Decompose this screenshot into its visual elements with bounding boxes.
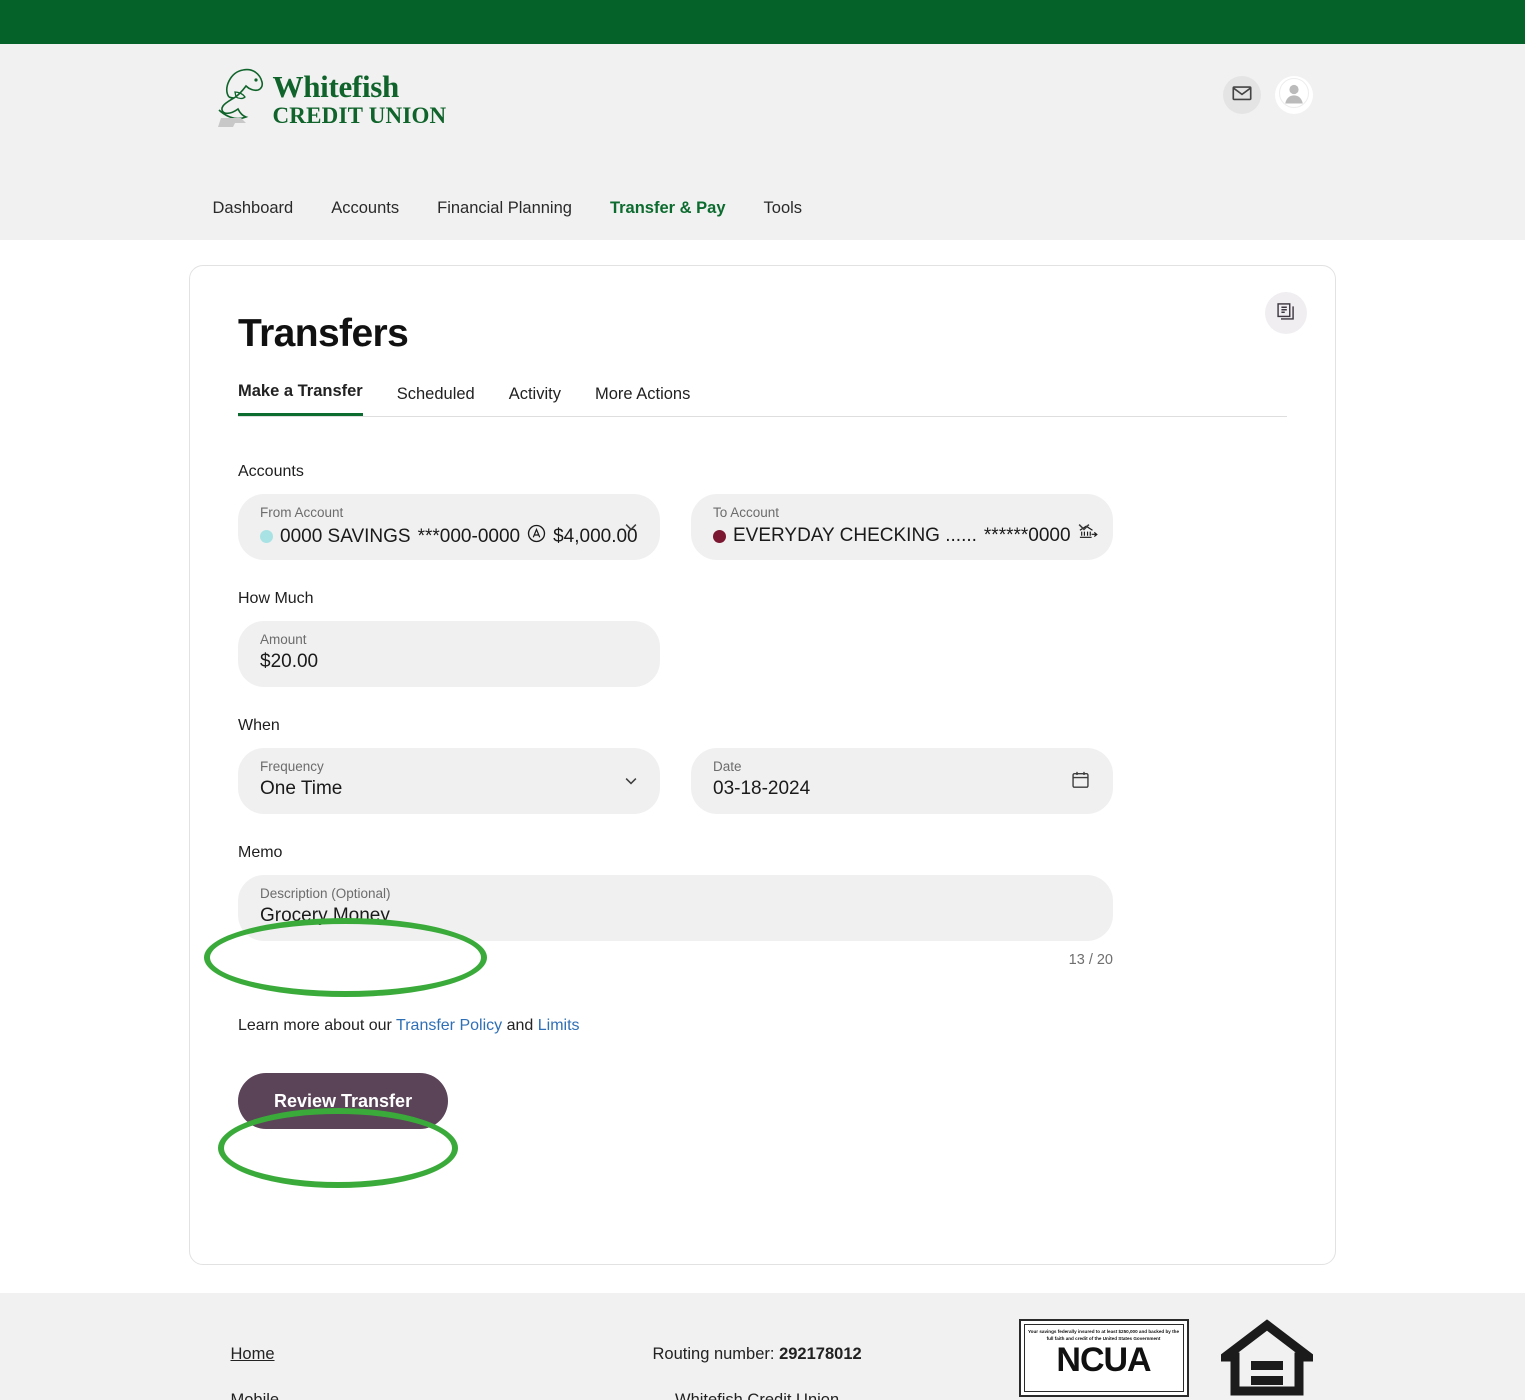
envelope-icon — [1231, 82, 1253, 109]
learn-more-text: Learn more about our Transfer Policy and… — [238, 1017, 1287, 1035]
frequency-label: Frequency — [260, 759, 324, 774]
site-footer: Home Mobile Routing number: 292178012 Wh… — [0, 1293, 1525, 1400]
footer-info: Routing number: 292178012 Whitefish Cred… — [653, 1345, 862, 1400]
to-account-label: To Account — [713, 505, 780, 520]
accounts-row: From Account 0000 SAVINGS ***000-0000 $4… — [238, 494, 1287, 560]
how-much-section-label: How Much — [238, 590, 314, 607]
ncua-insurance-text: Your savings federally insured to at lea… — [1027, 1329, 1180, 1341]
amount-row: Amount $20.00 — [238, 621, 1287, 687]
logo-name-line2: CREDIT UNION — [272, 103, 447, 128]
date-label: Date — [713, 759, 742, 774]
amount-input[interactable]: Amount $20.00 — [238, 621, 660, 687]
ncua-wordmark: NCUA — [1056, 1341, 1151, 1380]
footer-link-home[interactable]: Home — [231, 1345, 280, 1364]
circle-a-icon — [527, 524, 546, 549]
main-navigation: Dashboard Accounts Financial Planning Tr… — [213, 199, 803, 218]
document-stack-icon — [1276, 301, 1296, 326]
limits-link[interactable]: Limits — [538, 1017, 580, 1034]
memo-value: Grocery Money — [260, 905, 390, 927]
equal-housing-lender-icon — [1211, 1319, 1322, 1397]
from-account-name: 0000 SAVINGS — [280, 525, 411, 547]
nav-item-transfer-and-pay[interactable]: Transfer & Pay — [610, 199, 726, 218]
date-input[interactable]: Date 03-18-2024 — [691, 748, 1113, 814]
nav-item-financial-planning[interactable]: Financial Planning — [437, 199, 572, 218]
amount-value: $20.00 — [260, 651, 319, 673]
transfers-tablist: Make a Transfer Scheduled Activity More … — [238, 382, 1287, 417]
tab-scheduled[interactable]: Scheduled — [397, 385, 475, 416]
user-profile-button[interactable] — [1274, 76, 1313, 114]
nav-item-accounts[interactable]: Accounts — [331, 199, 399, 218]
accounts-section-label: Accounts — [238, 463, 304, 480]
memo-section-label: Memo — [238, 844, 283, 861]
from-account-label: From Account — [260, 505, 344, 520]
memo-character-counter: 13 / 20 — [1068, 952, 1113, 968]
header-actions — [1222, 76, 1313, 114]
frequency-select[interactable]: Frequency One Time — [238, 748, 660, 814]
from-account-color-dot — [260, 530, 273, 544]
routing-number-value: 292178012 — [779, 1345, 862, 1363]
tab-more-actions[interactable]: More Actions — [595, 385, 690, 416]
to-account-mask: ******0000 — [983, 525, 1071, 547]
from-account-value: 0000 SAVINGS ***000-0000 $4,000.00 — [260, 524, 638, 549]
ncua-badge: Your savings federally insured to at lea… — [1018, 1319, 1189, 1397]
transfer-policy-link[interactable]: Transfer Policy — [396, 1017, 502, 1034]
chevron-down-icon — [1075, 518, 1093, 541]
chevron-down-icon — [622, 518, 640, 541]
when-section-label: When — [238, 717, 280, 734]
from-account-select[interactable]: From Account 0000 SAVINGS ***000-0000 $4… — [238, 494, 660, 560]
nav-item-tools[interactable]: Tools — [764, 199, 803, 218]
to-account-select[interactable]: To Account EVERYDAY CHECKING ...... ****… — [691, 494, 1113, 560]
frequency-value: One Time — [260, 778, 343, 800]
review-transfer-button[interactable]: Review Transfer — [238, 1073, 449, 1129]
logo-name-line1: Whitefish — [272, 69, 400, 104]
leaping-fish-icon — [213, 62, 271, 136]
whitefish-credit-union-logo[interactable]: Whitefish CREDIT UNION — [213, 62, 447, 136]
calendar-icon[interactable] — [1070, 769, 1091, 795]
footer-badges: Your savings federally insured to at lea… — [1018, 1319, 1322, 1397]
memo-label: Description (Optional) — [260, 886, 391, 901]
date-value: 03-18-2024 — [713, 778, 811, 800]
memo-description-input[interactable]: Description (Optional) Grocery Money — [238, 875, 1113, 941]
to-account-name: EVERYDAY CHECKING ...... — [733, 525, 977, 547]
to-account-value: EVERYDAY CHECKING ...... ******0000 — [713, 524, 1098, 548]
from-account-mask: ***000-0000 — [417, 525, 521, 547]
page-body: Transfers Make a Transfer Scheduled Acti… — [0, 265, 1525, 1265]
page-title: Transfers — [238, 312, 409, 355]
tab-make-a-transfer[interactable]: Make a Transfer — [238, 382, 363, 416]
top-accent-bar — [0, 0, 1525, 44]
routing-number-prefix: Routing number: — [652, 1345, 780, 1363]
footer-links: Home Mobile — [231, 1345, 280, 1400]
learn-more-prefix: Learn more about our — [238, 1017, 397, 1034]
transfers-card: Transfers Make a Transfer Scheduled Acti… — [189, 265, 1336, 1265]
statements-button[interactable] — [1265, 292, 1307, 334]
to-account-color-dot — [713, 529, 726, 543]
messages-button[interactable] — [1222, 76, 1261, 114]
chevron-down-icon — [622, 772, 640, 795]
amount-label: Amount — [260, 632, 307, 647]
footer-link-mobile[interactable]: Mobile — [231, 1391, 280, 1400]
when-row: Frequency One Time Date 03-18-2024 — [238, 748, 1287, 814]
footer-credit-union-name: Whitefish Credit Union — [675, 1391, 840, 1400]
site-header: Whitefish CREDIT UNION Dashboard Account… — [0, 44, 1525, 240]
user-avatar-icon — [1278, 77, 1309, 113]
nav-item-dashboard[interactable]: Dashboard — [213, 199, 294, 218]
learn-more-middle: and — [502, 1017, 538, 1034]
routing-number-text: Routing number: 292178012 — [653, 1345, 862, 1364]
tab-activity[interactable]: Activity — [509, 385, 561, 416]
